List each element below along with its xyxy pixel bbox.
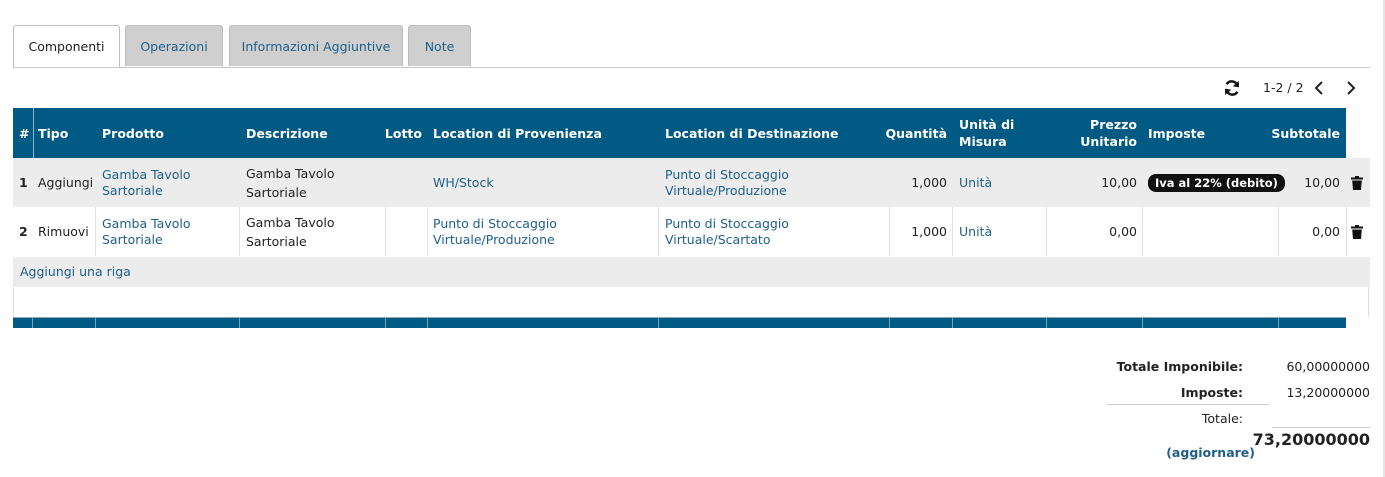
header-prezzo-line2: Unitario	[1080, 134, 1137, 149]
cell-quantita[interactable]: 1,000	[889, 158, 953, 207]
header-provenienza[interactable]: Location di Provenienza	[427, 108, 659, 158]
cell-descrizione[interactable]: Gamba Tavolo Sartoriale	[240, 207, 386, 256]
tab-note[interactable]: Note	[408, 25, 471, 66]
cell-subtotale: 0,00	[1312, 223, 1340, 239]
delete-row-button[interactable]	[1346, 207, 1370, 256]
cell-destinazione[interactable]: Punto di Stoccaggio Virtuale/Produzione	[659, 158, 889, 207]
table-header: # Tipo Prodotto Descrizione Lotto Locati…	[13, 108, 1346, 158]
tab-componenti[interactable]: Componenti	[13, 25, 120, 67]
cell-tipo[interactable]: Aggiungi	[32, 158, 95, 207]
row-number: 2	[19, 223, 28, 239]
table-footer	[13, 317, 1346, 328]
header-destinazione[interactable]: Location di Destinazione	[659, 108, 889, 158]
cell-tipo[interactable]: Rimuovi	[32, 207, 95, 256]
pager: 1-2 / 2	[1200, 76, 1370, 100]
totale-imponibile-value: 60,00000000	[1286, 359, 1370, 374]
row-number: 1	[19, 174, 28, 190]
header-unita-line1: Unità di	[959, 117, 1015, 132]
header-prezzo-line1: Prezzo	[1090, 117, 1137, 132]
cell-lotto[interactable]	[386, 207, 428, 256]
cell-prezzo[interactable]: 0,00	[1047, 207, 1143, 256]
imposte-label: Imposte:	[1180, 385, 1243, 400]
cell-prodotto[interactable]: Gamba Tavolo Sartoriale	[96, 207, 240, 256]
totale-value: 73,20000000	[1252, 430, 1370, 449]
totale-label: Totale:	[1201, 411, 1243, 426]
header-subtotale[interactable]: Subtotale	[1271, 108, 1346, 158]
pager-range: 1-2 / 2	[1263, 80, 1304, 95]
totale-imponibile-label: Totale Imponibile:	[1116, 359, 1243, 374]
cell-descrizione[interactable]: Gamba Tavolo Sartoriale	[240, 158, 386, 207]
cell-lotto[interactable]	[386, 158, 428, 207]
cell-subtotale: 10,00	[1304, 174, 1340, 190]
delete-row-button[interactable]	[1346, 158, 1370, 207]
header-quantita[interactable]: Quantità	[885, 108, 953, 158]
table-row[interactable]: 2 Rimuovi Gamba Tavolo Sartoriale Gamba …	[13, 207, 1370, 256]
tax-badge: Iva al 22% (debito)	[1148, 173, 1285, 192]
totals-summary: Totale Imponibile: 60,00000000 Imposte: …	[1100, 355, 1370, 465]
header-prezzo-unitario[interactable]: Prezzo Unitario	[1047, 108, 1143, 158]
cell-provenienza[interactable]: WH/Stock	[427, 158, 659, 207]
table-row[interactable]: 1 Aggiungi Gamba Tavolo Sartoriale Gamba…	[13, 158, 1370, 207]
header-tipo[interactable]: Tipo	[32, 108, 95, 158]
header-num: #	[19, 125, 30, 141]
trash-icon	[1351, 175, 1363, 190]
header-descrizione[interactable]: Descrizione	[240, 108, 386, 158]
cell-prodotto[interactable]: Gamba Tavolo Sartoriale	[96, 158, 240, 207]
cell-provenienza[interactable]: Punto di Stoccaggio Virtuale/Produzione	[427, 207, 659, 256]
empty-row	[13, 287, 1369, 317]
tab-bar: Componenti Operazioni Informazioni Aggiu…	[13, 25, 1370, 68]
refresh-icon[interactable]	[1222, 78, 1242, 98]
update-link[interactable]: (aggiornare)	[1166, 445, 1255, 460]
header-unita-misura[interactable]: Unità di Misura	[953, 108, 1047, 158]
add-line-link[interactable]: Aggiungi una riga	[20, 264, 131, 279]
header-unita-line2: Misura	[959, 134, 1007, 149]
trash-icon	[1351, 224, 1363, 239]
tab-operazioni[interactable]: Operazioni	[125, 25, 223, 66]
chevron-left-icon[interactable]	[1312, 80, 1326, 96]
cell-unita[interactable]: Unità	[953, 158, 1047, 207]
cell-unita[interactable]: Unità	[953, 207, 1047, 256]
header-prodotto[interactable]: Prodotto	[96, 108, 240, 158]
chevron-right-icon[interactable]	[1344, 80, 1358, 96]
tab-informazioni-aggiuntive[interactable]: Informazioni Aggiuntive	[229, 25, 403, 66]
cell-imposte[interactable]: Iva al 22% (debito)	[1142, 158, 1285, 207]
add-line-row: Aggiungi una riga	[13, 257, 1370, 287]
imposte-value: 13,20000000	[1286, 385, 1370, 400]
cell-destinazione[interactable]: Punto di Stoccaggio Virtuale/Scartato	[659, 207, 889, 256]
cell-quantita[interactable]: 1,000	[889, 207, 953, 256]
header-lotto[interactable]: Lotto	[385, 108, 428, 158]
cell-imposte[interactable]	[1142, 207, 1278, 256]
cell-prezzo[interactable]: 10,00	[1047, 158, 1143, 207]
header-imposte[interactable]: Imposte	[1142, 108, 1278, 158]
